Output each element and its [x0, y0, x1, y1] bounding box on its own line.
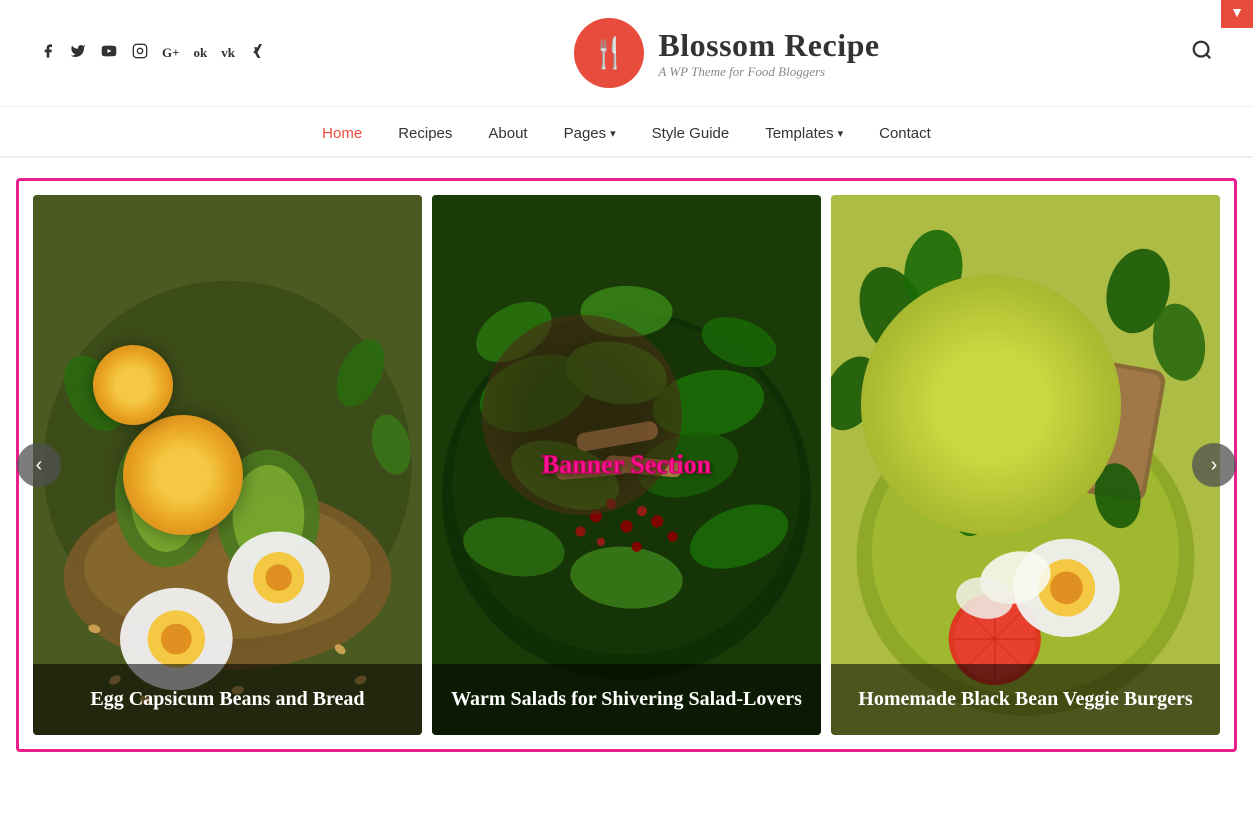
- top-notification-bar[interactable]: ▼: [1221, 0, 1253, 28]
- nav-recipes[interactable]: Recipes: [398, 125, 452, 142]
- odnoklassniki-icon[interactable]: ok: [194, 44, 208, 62]
- card-1-title: Egg Capsicum Beans and Bread: [90, 688, 364, 710]
- pages-chevron-icon: ▾: [610, 127, 616, 140]
- templates-chevron-icon: ▾: [838, 127, 844, 140]
- card-1-svg: [33, 195, 422, 735]
- logo-area: 🍴 Blossom Recipe A WP Theme for Food Blo…: [263, 18, 1191, 88]
- cards-carousel: ‹: [33, 195, 1220, 735]
- top-bar-arrow-icon: ▼: [1230, 6, 1244, 22]
- prev-arrow-icon: ‹: [36, 454, 43, 477]
- carousel-next-button[interactable]: ›: [1192, 443, 1236, 487]
- site-header: G+ ok vk 🍴 Blossom Recipe A WP Theme for…: [0, 0, 1253, 107]
- carousel-prev-button[interactable]: ‹: [17, 443, 61, 487]
- main-content: ‹: [0, 158, 1253, 772]
- banner-section-label: Banner Section: [542, 450, 711, 480]
- card-3-caption: Homemade Black Bean Veggie Burgers: [831, 664, 1220, 735]
- card-3-image: [831, 195, 1220, 735]
- logo-text: Blossom Recipe A WP Theme for Food Blogg…: [658, 27, 879, 80]
- card-3[interactable]: Homemade Black Bean Veggie Burgers: [831, 195, 1220, 735]
- nav-about[interactable]: About: [488, 125, 527, 142]
- card-3-title: Homemade Black Bean Veggie Burgers: [858, 688, 1192, 710]
- next-arrow-icon: ›: [1211, 454, 1218, 477]
- vk-icon[interactable]: vk: [221, 44, 235, 62]
- banner-section: ‹: [16, 178, 1237, 752]
- nav-style-guide[interactable]: Style Guide: [652, 125, 730, 142]
- facebook-icon[interactable]: [40, 43, 56, 64]
- twitter-icon[interactable]: [70, 43, 86, 64]
- card-1[interactable]: Egg Capsicum Beans and Bread: [33, 195, 422, 735]
- youtube-icon[interactable]: [100, 43, 118, 64]
- logo-icon: 🍴: [574, 18, 644, 88]
- card-1-image: [33, 195, 422, 735]
- fork-icon: 🍴: [591, 36, 628, 71]
- card-2-caption: Warm Salads for Shivering Salad-Lovers: [432, 664, 821, 735]
- nav-contact[interactable]: Contact: [879, 125, 931, 142]
- google-plus-icon[interactable]: G+: [162, 44, 180, 62]
- card-2[interactable]: Banner Section Warm Salads for Shivering…: [432, 195, 821, 735]
- xing-icon[interactable]: [249, 43, 263, 64]
- nav-pages[interactable]: Pages ▾: [564, 125, 616, 142]
- nav-home[interactable]: Home: [322, 125, 362, 142]
- site-tagline: A WP Theme for Food Bloggers: [658, 64, 879, 80]
- card-1-caption: Egg Capsicum Beans and Bread: [33, 664, 422, 735]
- instagram-icon[interactable]: [132, 43, 148, 64]
- card-3-svg: [831, 195, 1220, 735]
- nav-templates[interactable]: Templates ▾: [765, 125, 843, 142]
- social-icons-bar: G+ ok vk: [40, 43, 263, 64]
- main-nav: Home Recipes About Pages ▾ Style Guide T…: [0, 107, 1253, 158]
- site-title: Blossom Recipe: [658, 27, 879, 64]
- card-2-title: Warm Salads for Shivering Salad-Lovers: [451, 688, 802, 710]
- search-button[interactable]: [1191, 39, 1213, 67]
